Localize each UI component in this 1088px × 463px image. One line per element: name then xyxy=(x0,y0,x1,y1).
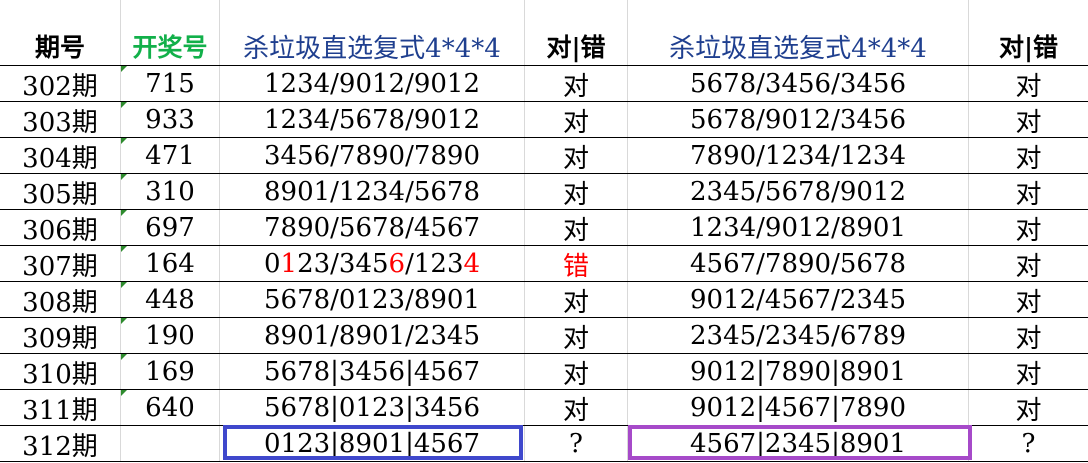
cell-marker-icon xyxy=(121,390,127,396)
header-draw-number: 开奖号 xyxy=(132,33,208,62)
draw-number-cell: 640 xyxy=(145,393,195,423)
header-group-b-result: 对|错 xyxy=(998,33,1059,62)
group-b-result: 对 xyxy=(1015,143,1042,174)
draw-number-cell: 715 xyxy=(145,69,195,99)
cell-marker-icon xyxy=(121,354,127,360)
group-a-numbers: 5678/0123/8901 xyxy=(220,282,524,318)
number-text: 1234/9012/9012 xyxy=(263,69,481,99)
group-a-numbers: 3456/7890/7890 xyxy=(220,138,524,174)
number-text: 8901/1234/5678 xyxy=(263,177,481,207)
group-b-numbers: 9012/4567/2345 xyxy=(689,285,907,315)
header-group-a-result: 对|错 xyxy=(546,33,606,62)
group-b-numbers: 2345/5678/9012 xyxy=(689,177,907,207)
draw-number-cell: 448 xyxy=(145,285,195,315)
draw-number-cell: 169 xyxy=(145,357,195,387)
header-group-b-title: 杀垃圾直选复式4*4*4 xyxy=(669,33,927,64)
cell-marker-icon xyxy=(121,318,127,324)
number-text: 7890/5678/4567 xyxy=(263,213,481,243)
highlight-box-group-a xyxy=(223,425,523,460)
group-a-numbers: 1234/5678/9012 xyxy=(220,102,524,138)
period-cell: 305期 xyxy=(22,179,98,210)
draw-number-cell: 471 xyxy=(145,141,195,171)
group-b-result: 对 xyxy=(1015,395,1042,426)
number-text: 8901/8901/2345 xyxy=(263,321,481,351)
number-text: 3456/7890/7890 xyxy=(263,141,481,171)
period-cell: 310期 xyxy=(22,359,98,390)
period-cell: 303期 xyxy=(22,107,98,138)
number-text: 0 xyxy=(263,249,281,279)
group-a-result: 对 xyxy=(562,71,589,102)
group-a-result: 对 xyxy=(562,143,589,174)
group-a-result: 对 xyxy=(562,179,589,210)
group-a-numbers: 7890/5678/4567 xyxy=(220,210,524,246)
group-a-numbers: 5678|3456|4567 xyxy=(220,354,524,390)
group-b-result: 对 xyxy=(1015,359,1042,390)
period-cell: 311期 xyxy=(22,395,98,426)
draw-number-cell: 164 xyxy=(145,249,195,279)
group-a-result: ? xyxy=(569,429,583,459)
draw-number-cell: 933 xyxy=(145,105,195,135)
group-a-numbers: 5678|0123|3456 xyxy=(220,390,524,426)
group-b-result: 对 xyxy=(1015,215,1042,246)
period-cell: 309期 xyxy=(22,323,98,354)
group-a-numbers: 8901/1234/5678 xyxy=(220,174,524,210)
group-b-result: 对 xyxy=(1015,179,1042,210)
highlight-box-group-b xyxy=(628,425,972,460)
highlighted-digit: 4 xyxy=(463,249,481,279)
group-b-numbers: 7890/1234/1234 xyxy=(689,141,907,171)
draw-number-cell: 190 xyxy=(145,321,195,351)
number-text: 5678/0123/8901 xyxy=(263,285,481,315)
group-a-result: 错 xyxy=(562,251,589,282)
number-text: 1234/5678/9012 xyxy=(263,105,481,135)
period-cell: 306期 xyxy=(22,215,98,246)
cell-marker-icon xyxy=(121,138,127,144)
group-b-result: 对 xyxy=(1015,251,1042,282)
group-a-numbers: 8901/8901/2345 xyxy=(220,318,524,354)
group-b-numbers: 5678/3456/3456 xyxy=(689,69,907,99)
header-period: 期号 xyxy=(34,33,85,62)
cell-marker-icon xyxy=(121,102,127,108)
number-text: 5678|3456|4567 xyxy=(263,357,481,387)
group-a-result: 对 xyxy=(562,323,589,354)
group-a-numbers: 1234/9012/9012 xyxy=(220,66,524,102)
group-b-numbers: 2345/2345/6789 xyxy=(689,321,907,351)
group-b-numbers: 9012|4567|7890 xyxy=(689,393,907,423)
group-b-result: 对 xyxy=(1015,107,1042,138)
group-a-numbers: 0 1 23/345 6/123 4 xyxy=(220,246,524,282)
group-b-numbers: 9012|7890|8901 xyxy=(689,357,907,387)
number-text: 5678|0123|3456 xyxy=(263,393,481,423)
period-cell: 307期 xyxy=(22,251,98,282)
cell-marker-icon xyxy=(121,246,127,252)
group-a-result: 对 xyxy=(562,395,589,426)
cell-marker-icon xyxy=(121,282,127,288)
number-text: /123 xyxy=(405,249,464,279)
header-group-a-title: 杀垃圾直选复式4*4*4 xyxy=(243,33,501,64)
draw-number-cell: 697 xyxy=(145,213,195,243)
group-a-result: 对 xyxy=(562,107,589,138)
number-text: 23/345 xyxy=(297,249,389,279)
group-b-result: ? xyxy=(1021,429,1036,459)
draw-number-cell xyxy=(121,426,219,462)
cell-marker-icon xyxy=(121,66,127,72)
group-b-result: 对 xyxy=(1015,323,1042,354)
group-b-result: 对 xyxy=(1015,71,1042,102)
group-a-result: 对 xyxy=(562,215,589,246)
cell-marker-icon xyxy=(121,210,127,216)
cell-marker-icon xyxy=(121,174,127,180)
group-b-numbers: 1234/9012/8901 xyxy=(689,213,907,243)
group-b-numbers: 5678/9012/3456 xyxy=(689,105,907,135)
group-a-result: 对 xyxy=(562,359,589,390)
period-cell: 308期 xyxy=(22,287,98,318)
group-a-result: 对 xyxy=(562,287,589,318)
draw-number-cell: 310 xyxy=(145,177,195,207)
highlighted-digit: 6 xyxy=(388,249,406,279)
period-cell: 302期 xyxy=(22,71,98,102)
period-cell: 304期 xyxy=(22,143,98,174)
group-b-numbers: 4567/7890/5678 xyxy=(689,249,907,279)
period-cell: 312期 xyxy=(22,431,98,462)
lottery-spreadsheet: 期号 开奖号 杀垃圾直选复式4*4*4 对|错 杀垃圾直选复式4*4*4 对|错… xyxy=(0,0,1088,462)
highlighted-digit: 1 xyxy=(280,249,298,279)
group-b-result: 对 xyxy=(1015,287,1042,318)
